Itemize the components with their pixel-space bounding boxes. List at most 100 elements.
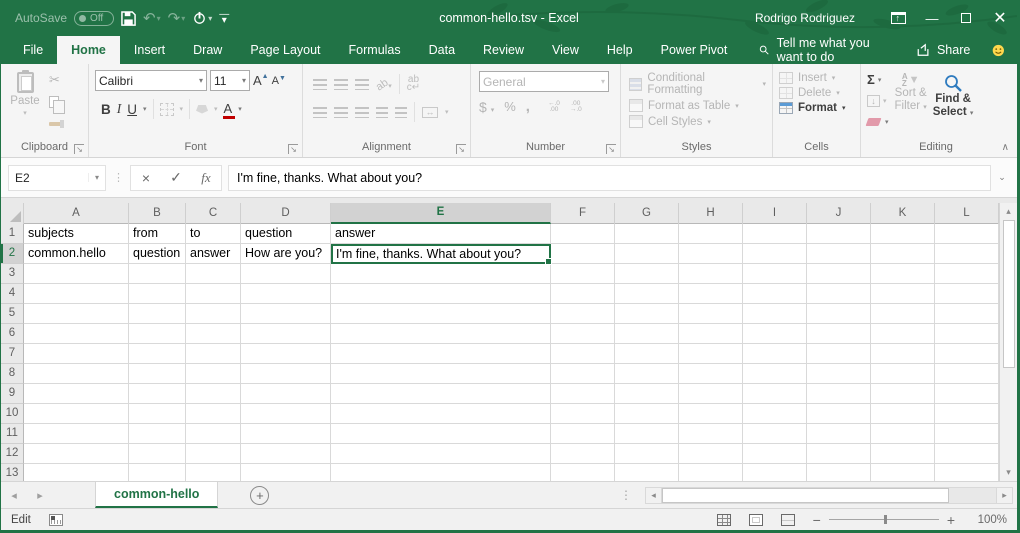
formula-input[interactable]: I'm fine, thanks. What about you? — [228, 165, 991, 191]
cell-G7[interactable] — [615, 344, 679, 364]
cell-D4[interactable] — [241, 284, 331, 304]
cell-E7[interactable] — [331, 344, 551, 364]
cell-B4[interactable] — [129, 284, 186, 304]
column-header-J[interactable]: J — [807, 203, 871, 224]
align-middle-icon[interactable] — [334, 79, 348, 90]
align-top-icon[interactable] — [313, 79, 327, 90]
undo-button[interactable]: ↶▾ — [143, 9, 161, 27]
cell-G4[interactable] — [615, 284, 679, 304]
cell-F5[interactable] — [551, 304, 615, 324]
cell-J2[interactable] — [807, 244, 871, 264]
expand-formula-bar-icon[interactable]: ⌄ — [991, 172, 1013, 183]
cell-L3[interactable] — [935, 264, 999, 284]
clear-button[interactable]: ▾ — [867, 113, 889, 130]
align-right-icon[interactable] — [355, 107, 369, 118]
scroll-right-icon[interactable]: ▸ — [996, 487, 1013, 504]
cell-C8[interactable] — [186, 364, 241, 384]
cell-J11[interactable] — [807, 424, 871, 444]
tab-formulas[interactable]: Formulas — [335, 36, 415, 64]
cell-G10[interactable] — [615, 404, 679, 424]
row-header-1[interactable]: 1 — [1, 224, 24, 244]
cell-F11[interactable] — [551, 424, 615, 444]
cell-J9[interactable] — [807, 384, 871, 404]
cell-F10[interactable] — [551, 404, 615, 424]
cell-C13[interactable] — [186, 464, 241, 481]
cell-I1[interactable] — [743, 224, 807, 244]
grow-font-button[interactable]: A▲ — [253, 73, 269, 88]
wrap-text-button[interactable]: abc↵ — [407, 76, 420, 92]
ribbon-display-options-button[interactable] — [881, 0, 915, 36]
row-header-2[interactable]: 2 — [1, 244, 24, 264]
decrease-indent-icon[interactable] — [376, 107, 388, 118]
enter-entry-button[interactable]: ✓ — [161, 169, 191, 186]
column-header-D[interactable]: D — [241, 203, 331, 224]
autosave-toggle[interactable]: Off — [74, 11, 114, 26]
zoom-level[interactable]: 100% — [973, 514, 1007, 526]
copy-button[interactable]: ▾ — [47, 93, 67, 111]
cell-B3[interactable] — [129, 264, 186, 284]
format-painter-button[interactable] — [47, 115, 67, 133]
cell-F12[interactable] — [551, 444, 615, 464]
cancel-entry-button[interactable]: × — [131, 170, 161, 186]
cell-B1[interactable]: from — [129, 224, 186, 244]
cell-I8[interactable] — [743, 364, 807, 384]
borders-dropdown-icon[interactable]: ▾ — [180, 105, 184, 113]
font-name-combo[interactable]: Calibri▾ — [95, 70, 207, 91]
align-bottom-icon[interactable] — [355, 79, 369, 90]
cell-D7[interactable] — [241, 344, 331, 364]
zoom-out-button[interactable]: − — [813, 512, 821, 528]
cell-K7[interactable] — [871, 344, 935, 364]
format-as-table-button[interactable]: Format as Table▾ — [629, 99, 766, 112]
tab-data[interactable]: Data — [415, 36, 469, 64]
cell-B9[interactable] — [129, 384, 186, 404]
cell-C1[interactable]: to — [186, 224, 241, 244]
cell-L7[interactable] — [935, 344, 999, 364]
cell-A4[interactable] — [24, 284, 129, 304]
cell-L12[interactable] — [935, 444, 999, 464]
cell-E2[interactable]: I'm fine, thanks. What about you? — [331, 244, 551, 264]
tab-help[interactable]: Help — [593, 36, 647, 64]
cell-I5[interactable] — [743, 304, 807, 324]
cell-E6[interactable] — [331, 324, 551, 344]
cell-H1[interactable] — [679, 224, 743, 244]
cell-H11[interactable] — [679, 424, 743, 444]
cell-I4[interactable] — [743, 284, 807, 304]
horizontal-scrollbar[interactable]: ◂ ▸ — [645, 482, 1013, 508]
borders-icon[interactable] — [160, 103, 174, 116]
cell-B6[interactable] — [129, 324, 186, 344]
cell-E4[interactable] — [331, 284, 551, 304]
cell-K13[interactable] — [871, 464, 935, 481]
cell-A1[interactable]: subjects — [24, 224, 129, 244]
column-header-K[interactable]: K — [871, 203, 935, 224]
tab-review[interactable]: Review — [469, 36, 538, 64]
cell-J8[interactable] — [807, 364, 871, 384]
normal-view-button[interactable] — [717, 514, 731, 526]
row-header-7[interactable]: 7 — [1, 344, 24, 364]
zoom-in-button[interactable]: + — [947, 512, 955, 528]
column-header-E[interactable]: E — [331, 203, 551, 224]
row-header-8[interactable]: 8 — [1, 364, 24, 384]
row-header-3[interactable]: 3 — [1, 264, 24, 284]
cell-G3[interactable] — [615, 264, 679, 284]
horizontal-scroll-thumb[interactable] — [662, 488, 949, 503]
cell-K3[interactable] — [871, 264, 935, 284]
column-header-C[interactable]: C — [186, 203, 241, 224]
shrink-font-button[interactable]: A▼ — [272, 75, 286, 87]
cell-H10[interactable] — [679, 404, 743, 424]
cell-A5[interactable] — [24, 304, 129, 324]
cell-D2[interactable]: How are you? — [241, 244, 331, 264]
collapse-ribbon-button[interactable]: ∧ — [1002, 142, 1009, 153]
page-layout-view-button[interactable] — [749, 514, 763, 526]
cell-C11[interactable] — [186, 424, 241, 444]
cell-F13[interactable] — [551, 464, 615, 481]
cell-C12[interactable] — [186, 444, 241, 464]
cell-D1[interactable]: question — [241, 224, 331, 244]
cell-A10[interactable] — [24, 404, 129, 424]
cell-L4[interactable] — [935, 284, 999, 304]
accounting-format-button[interactable]: $ ▾ — [479, 99, 494, 115]
increase-indent-icon[interactable] — [395, 107, 407, 118]
cell-J13[interactable] — [807, 464, 871, 481]
previous-sheet-button[interactable]: ◂ — [1, 482, 27, 508]
save-button[interactable] — [121, 11, 136, 26]
paste-button[interactable]: Paste ▾ — [3, 68, 47, 140]
